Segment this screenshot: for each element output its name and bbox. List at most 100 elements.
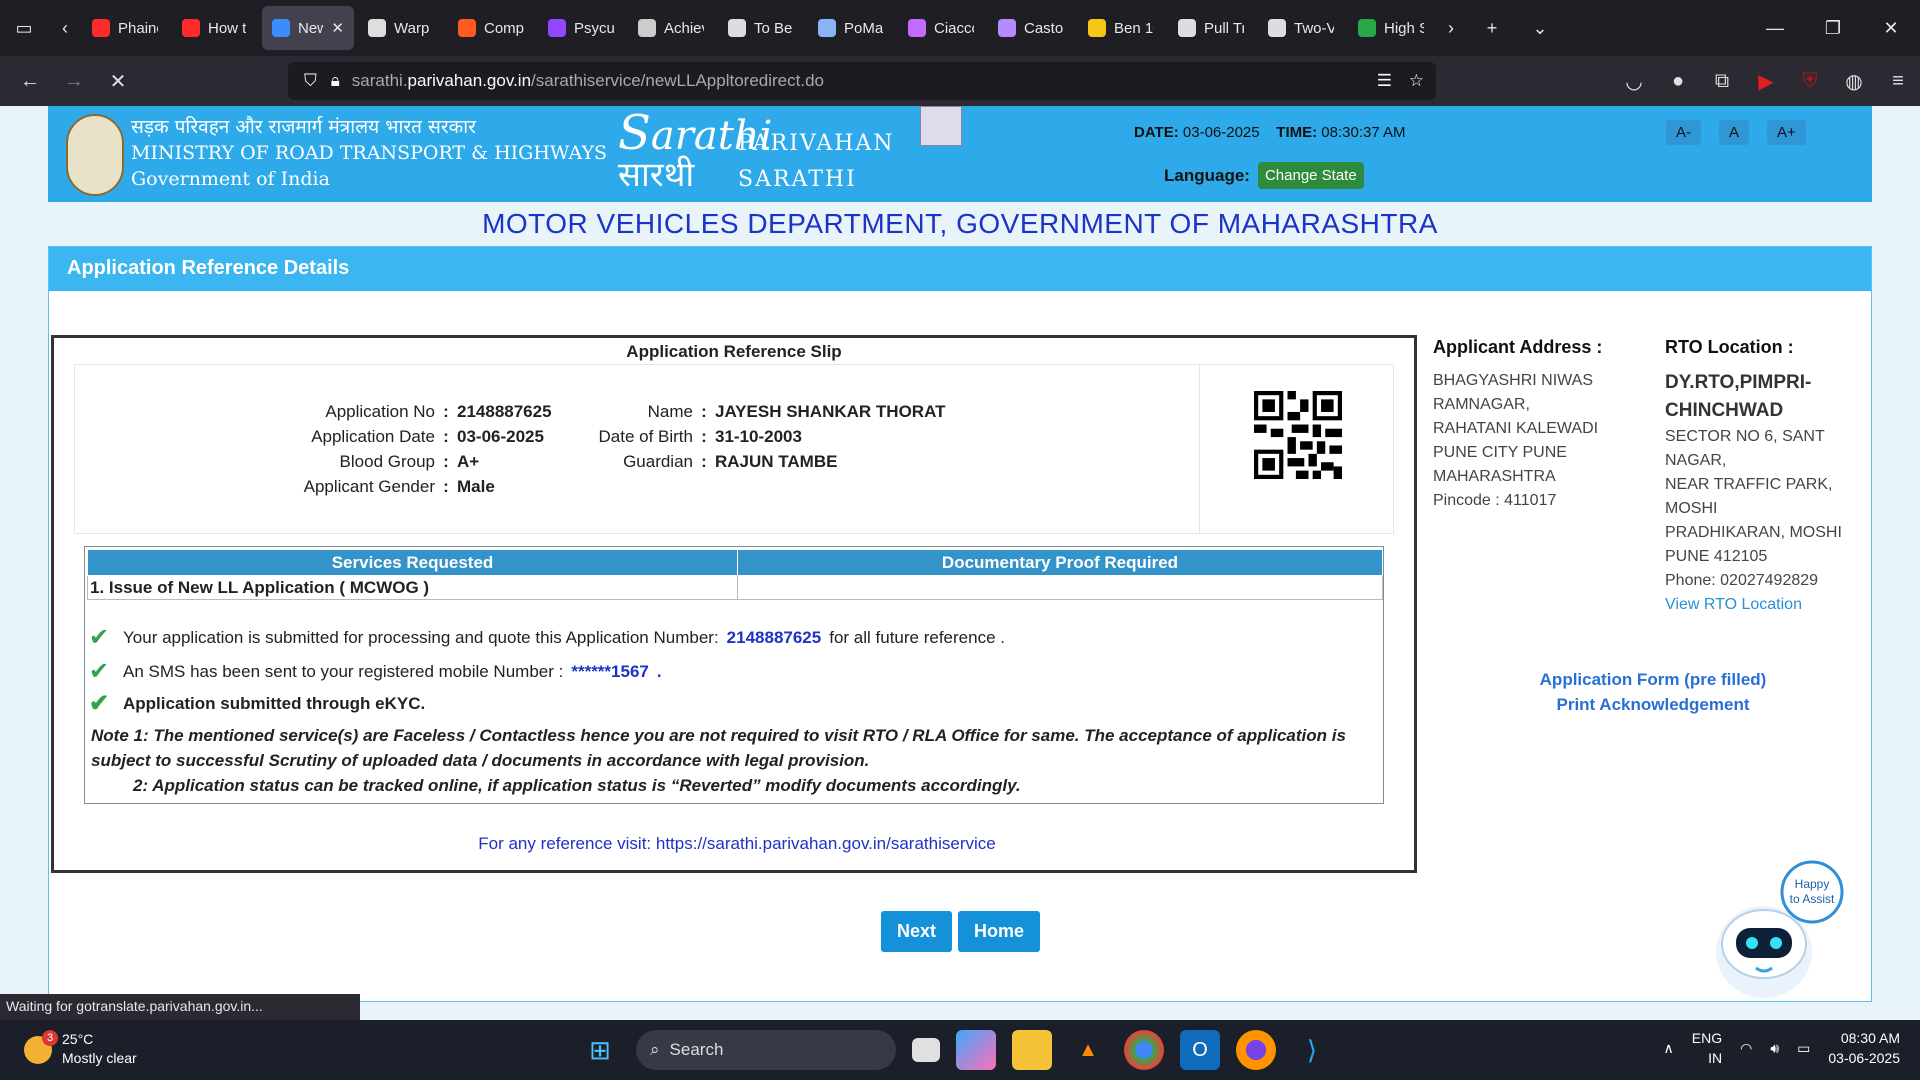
application-number: 2148887625: [457, 402, 552, 421]
search-icon: ⌕: [650, 1040, 660, 1059]
scroll-tabs-right-icon[interactable]: ›: [1434, 0, 1468, 56]
wifi-icon[interactable]: ◠: [1740, 1040, 1752, 1057]
search-label: Search: [669, 1040, 724, 1059]
browser-tab[interactable]: PoMa: [808, 6, 894, 50]
rto-location: RTO Location : DY.RTO,PIMPRI-CHINCHWAD S…: [1665, 335, 1865, 617]
copilot-icon[interactable]: [956, 1030, 996, 1070]
application-form-link[interactable]: Application Form (pre filled): [1433, 667, 1873, 692]
language-indicator[interactable]: ENG IN: [1692, 1028, 1722, 1068]
tab-title: Ciacco: [934, 19, 974, 37]
language-label: Language:: [1164, 165, 1250, 185]
new-tab-icon[interactable]: +: [1468, 0, 1516, 56]
vscode-icon[interactable]: ⟩: [1292, 1030, 1332, 1070]
tab-title: Pull Tr: [1204, 19, 1244, 37]
back-icon[interactable]: ←: [8, 56, 52, 106]
next-button[interactable]: Next: [881, 911, 953, 952]
tab-favicon-icon: [1268, 19, 1286, 37]
stop-loading-icon[interactable]: ✕: [96, 56, 140, 106]
minimize-icon[interactable]: —: [1746, 0, 1804, 56]
blood-group: A+: [457, 452, 480, 471]
file-explorer-icon[interactable]: [1012, 1030, 1052, 1070]
browser-tab[interactable]: Pull Tr: [1168, 6, 1254, 50]
home-button[interactable]: Home: [958, 911, 1041, 952]
bookmark-star-icon[interactable]: ☆: [1409, 71, 1424, 91]
firefox-icon[interactable]: [1236, 1030, 1276, 1070]
close-window-icon[interactable]: ✕: [1862, 0, 1920, 56]
pocket-icon[interactable]: ◡: [1612, 56, 1656, 106]
check-icon: ✔: [89, 658, 110, 685]
national-emblem-icon: [66, 114, 124, 196]
browser-tab[interactable]: New ✕: [262, 6, 354, 50]
outlook-icon[interactable]: O: [1180, 1030, 1220, 1070]
guardian-name: RAJUN TAMBE: [715, 452, 838, 471]
tab-title: PoMa: [844, 19, 884, 37]
tab-list-icon[interactable]: ▭: [0, 0, 48, 56]
battery-icon[interactable]: ▭: [1797, 1040, 1810, 1057]
browser-tab[interactable]: High S: [1348, 6, 1434, 50]
browser-tab[interactable]: Ben 10: [1078, 6, 1164, 50]
font-decrease-button[interactable]: A-: [1666, 120, 1701, 145]
tray-chevron-icon[interactable]: ∧: [1664, 1040, 1674, 1057]
language-row: Language: Change State: [1164, 162, 1364, 189]
restore-icon[interactable]: ❐: [1804, 0, 1862, 56]
task-view-icon[interactable]: [912, 1038, 940, 1062]
youtube-ext-icon[interactable]: ▶: [1744, 56, 1788, 106]
weather-widget[interactable]: 3 25°C Mostly clear: [24, 1030, 137, 1068]
menu-icon[interactable]: ≡: [1876, 56, 1920, 106]
font-increase-button[interactable]: A+: [1767, 120, 1806, 145]
browser-tab[interactable]: Achiev: [628, 6, 714, 50]
tab-title: Psycu: [574, 19, 614, 37]
tab-overflow-chevron-icon[interactable]: ⌄: [1516, 0, 1564, 56]
tab-title: High S: [1384, 19, 1424, 37]
browser-tab[interactable]: To Be: [718, 6, 804, 50]
scroll-tabs-left-icon[interactable]: ‹: [48, 0, 82, 56]
slip-title: Application Reference Slip: [626, 342, 842, 361]
loading-spinner-icon: [920, 106, 962, 146]
forward-icon[interactable]: →: [52, 56, 96, 106]
font-normal-button[interactable]: A: [1719, 120, 1750, 145]
ublock-icon[interactable]: ⛨: [1788, 56, 1832, 106]
browser-tab[interactable]: Comp: [448, 6, 534, 50]
check-icon: ✔: [89, 690, 110, 717]
extensions-icon[interactable]: ⧉: [1700, 56, 1744, 106]
browser-tab[interactable]: How t: [172, 6, 258, 50]
volume-icon[interactable]: 🔊︎: [1770, 1040, 1779, 1057]
date-time: DATE: 03-06-2025 TIME: 08:30:37 AM: [1134, 124, 1406, 141]
reference-details-panel: Application Reference Details Applicatio…: [48, 246, 1872, 1002]
taskbar-search[interactable]: ⌕ Search: [636, 1030, 896, 1070]
print-acknowledgement-link[interactable]: Print Acknowledgement: [1433, 692, 1873, 717]
translate-icon[interactable]: ◍: [1832, 56, 1876, 106]
lock-icon[interactable]: 🔒︎: [331, 71, 340, 91]
tab-title: How t: [208, 19, 247, 37]
weather-badge: 3: [42, 1030, 58, 1046]
shield-icon[interactable]: ⛉: [304, 71, 317, 91]
assistant-bot-icon[interactable]: Happy to Assist: [1712, 852, 1844, 1002]
url-domain: parivahan.gov.in: [407, 71, 532, 90]
browser-tab[interactable]: Phainon: [82, 6, 168, 50]
toolbar-icons: ◡ ● ⧉ ▶ ⛨ ◍ ≡: [1612, 56, 1920, 106]
assist-line2: to Assist: [1790, 892, 1835, 906]
close-tab-icon[interactable]: ✕: [331, 19, 344, 37]
reader-view-icon[interactable]: ☰: [1377, 71, 1392, 91]
view-rto-location-link[interactable]: View RTO Location: [1665, 593, 1865, 617]
browser-tab[interactable]: Two-V: [1258, 6, 1344, 50]
change-state-button[interactable]: Change State: [1257, 162, 1364, 189]
tab-title: Achiev: [664, 19, 704, 37]
reference-slip: Application Reference Slip Application N…: [51, 335, 1417, 873]
tab-title: Warp: [394, 19, 430, 37]
browser-tab[interactable]: Warp: [358, 6, 444, 50]
clock[interactable]: 08:30 AM 03-06-2025: [1828, 1028, 1900, 1068]
address-bar[interactable]: ⛉ 🔒︎ sarathi. parivahan.gov.in/sarathiser…: [288, 62, 1436, 100]
browser-tab[interactable]: Ciacco: [898, 6, 984, 50]
browser-tab[interactable]: Castor: [988, 6, 1074, 50]
account-icon[interactable]: ●: [1656, 56, 1700, 106]
system-tray: ∧ ENG IN ◠ 🔊︎ ▭ 08:30 AM 03-06-2025: [1664, 1028, 1901, 1068]
chrome-icon[interactable]: [1124, 1030, 1164, 1070]
tab-favicon-icon: [548, 19, 566, 37]
vlc-icon[interactable]: ▲: [1068, 1030, 1108, 1070]
sarathi-logo: Sarathi सारथी PARIVAHAN SARATHI: [618, 109, 893, 193]
browser-tab[interactable]: Psycu: [538, 6, 624, 50]
browser-nav-bar: ← → ✕ ⛉ 🔒︎ sarathi. parivahan.gov.in/sara…: [0, 56, 1920, 106]
windows-start-icon[interactable]: ⊞: [580, 1030, 620, 1070]
qr-code-icon: [1254, 391, 1342, 479]
